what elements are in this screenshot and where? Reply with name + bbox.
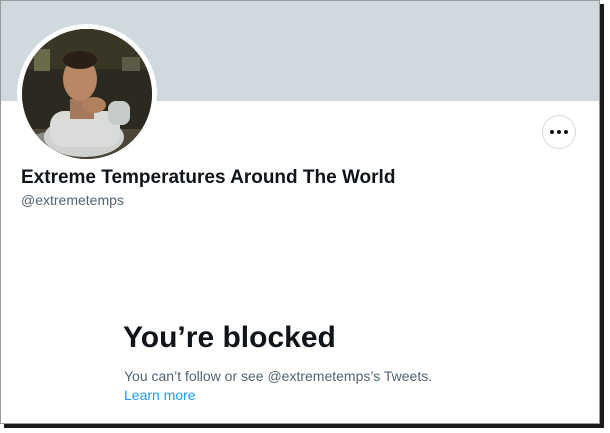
profile-page: Extreme Temperatures Around The World @e… [0,0,600,424]
profile-handle: @extremetemps [21,192,124,208]
blocked-message: You can’t follow or see @extremetemps’s … [124,368,433,384]
more-options-button[interactable] [542,115,576,149]
more-horizontal-icon [550,130,568,134]
blocked-title: You’re blocked [123,321,336,354]
avatar[interactable] [22,29,152,159]
avatar-photo [22,29,152,159]
profile-display-name: Extreme Temperatures Around The World [21,167,396,188]
learn-more-link[interactable]: Learn more [124,387,196,403]
avatar-ring [17,24,157,164]
